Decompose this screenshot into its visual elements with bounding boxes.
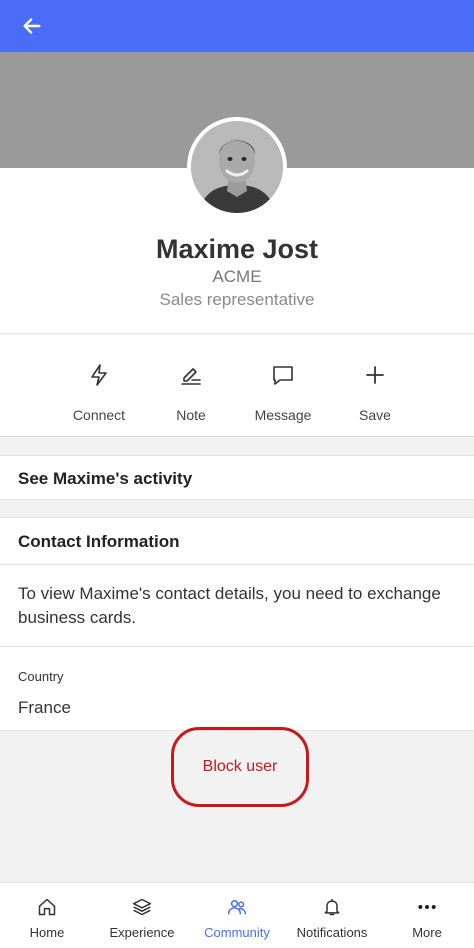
nav-experience[interactable]: Experience bbox=[94, 883, 190, 948]
profile-company: ACME bbox=[212, 267, 262, 286]
nav-home[interactable]: Home bbox=[0, 883, 94, 948]
profile-role: Sales representative bbox=[159, 290, 315, 309]
message-label: Message bbox=[254, 407, 312, 423]
nav-home-label: Home bbox=[29, 925, 65, 940]
nav-more-label: More bbox=[412, 925, 442, 940]
bottom-nav: Home Experience Community Notifications … bbox=[0, 882, 474, 948]
nav-notifications[interactable]: Notifications bbox=[284, 883, 380, 948]
people-icon bbox=[227, 897, 247, 917]
plus-icon bbox=[363, 363, 387, 387]
divider bbox=[0, 564, 474, 565]
nav-experience-label: Experience bbox=[109, 925, 175, 940]
see-activity-row[interactable]: See Maxime's activity bbox=[0, 455, 474, 500]
action-bar: Connect Note Message Save bbox=[0, 335, 474, 437]
profile-name: Maxime Jost bbox=[155, 234, 319, 264]
note-button[interactable]: Note bbox=[146, 335, 236, 437]
country-label: Country bbox=[18, 669, 64, 684]
message-button[interactable]: Message bbox=[238, 335, 328, 437]
contact-section: Contact Information To view Maxime's con… bbox=[0, 517, 474, 731]
nav-more[interactable]: More bbox=[380, 883, 474, 948]
nav-community-label: Community bbox=[204, 925, 270, 940]
save-button[interactable]: Save bbox=[330, 335, 420, 437]
see-activity-label: See Maxime's activity bbox=[18, 469, 193, 488]
note-label: Note bbox=[176, 407, 206, 423]
note-pen-icon bbox=[179, 363, 203, 387]
connect-button[interactable]: Connect bbox=[54, 335, 144, 437]
more-dots-icon bbox=[417, 897, 437, 917]
arrow-left-icon bbox=[23, 18, 41, 34]
avatar bbox=[187, 117, 287, 217]
divider bbox=[0, 646, 474, 647]
bell-icon bbox=[322, 897, 342, 917]
nav-notifications-label: Notifications bbox=[296, 925, 368, 940]
contact-title: Contact Information bbox=[18, 532, 180, 551]
contact-message: To view Maxime's contact details, you ne… bbox=[18, 584, 441, 627]
top-bar bbox=[0, 0, 474, 52]
block-user-label: Block user bbox=[202, 758, 278, 775]
save-label: Save bbox=[359, 407, 391, 423]
back-button[interactable] bbox=[14, 8, 50, 44]
chat-bubble-icon bbox=[271, 363, 295, 387]
block-user-button[interactable]: Block user bbox=[171, 727, 309, 807]
layers-icon bbox=[132, 897, 152, 917]
lightning-icon bbox=[87, 363, 111, 387]
nav-community[interactable]: Community bbox=[190, 883, 284, 948]
country-value: France bbox=[18, 698, 71, 717]
home-icon bbox=[37, 897, 57, 917]
connect-label: Connect bbox=[72, 407, 126, 423]
